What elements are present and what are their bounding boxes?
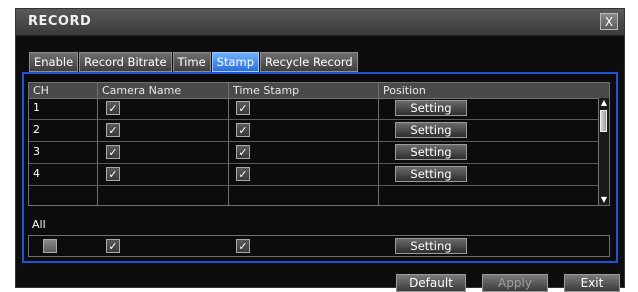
scroll-down-icon[interactable]: ▼ (599, 195, 609, 205)
window-title: RECORD (28, 14, 92, 29)
checkmark-icon: ✓ (238, 123, 248, 137)
header-ch: CH (33, 84, 49, 97)
all-row: ✓ ✓ ✓ Setting (28, 235, 610, 257)
stamp-table: CH Camera Name Time Stamp Position 1 ✓ ✓… (28, 82, 610, 206)
time-stamp-checkbox[interactable]: ✓ (236, 123, 250, 137)
table-row: 4 ✓ ✓ Setting (29, 164, 601, 186)
stamp-panel: CH Camera Name Time Stamp Position 1 ✓ ✓… (22, 72, 618, 263)
checkmark-icon: ✓ (238, 145, 248, 159)
table-row: 2 ✓ ✓ Setting (29, 120, 601, 142)
apply-button[interactable]: Apply (482, 274, 548, 292)
tab-enable[interactable]: Enable (29, 52, 79, 72)
select-all-checkbox[interactable]: ✓ (43, 239, 57, 253)
time-stamp-checkbox[interactable]: ✓ (236, 145, 250, 159)
camera-name-checkbox[interactable]: ✓ (106, 123, 120, 137)
header-camera-name: Camera Name (102, 84, 182, 97)
all-label: All (32, 218, 46, 231)
table-header: CH Camera Name Time Stamp Position (29, 83, 609, 99)
time-stamp-checkbox[interactable]: ✓ (236, 101, 250, 115)
checkmark-icon: ✓ (45, 241, 54, 252)
camera-name-checkbox[interactable]: ✓ (106, 145, 120, 159)
scroll-up-icon[interactable]: ▲ (599, 98, 609, 108)
default-button[interactable]: Default (396, 274, 466, 292)
tab-record-bitrate[interactable]: Record Bitrate (79, 52, 172, 72)
checkmark-icon: ✓ (108, 239, 118, 253)
checkmark-icon: ✓ (238, 101, 248, 115)
header-time-stamp: Time Stamp (233, 84, 300, 97)
channel-number: 1 (33, 101, 40, 114)
tab-bar: Enable Record Bitrate Time Stamp Recycle… (29, 52, 359, 72)
camera-name-checkbox[interactable]: ✓ (106, 101, 120, 115)
checkmark-icon: ✓ (238, 167, 248, 181)
channel-number: 4 (33, 167, 40, 180)
tab-recycle-record[interactable]: Recycle Record (260, 52, 358, 72)
close-icon: X (604, 14, 614, 29)
checkmark-icon: ✓ (108, 145, 118, 159)
table-row: 3 ✓ ✓ Setting (29, 142, 601, 164)
close-button[interactable]: X (600, 13, 618, 30)
channel-number: 2 (33, 123, 40, 136)
camera-name-checkbox[interactable]: ✓ (106, 167, 120, 181)
time-stamp-checkbox[interactable]: ✓ (236, 167, 250, 181)
tab-stamp[interactable]: Stamp (211, 52, 260, 72)
table-scrollbar[interactable]: ▲ ▼ (598, 98, 609, 205)
channel-number: 3 (33, 145, 40, 158)
tab-time[interactable]: Time (172, 52, 211, 72)
position-setting-button[interactable]: Setting (395, 144, 467, 160)
checkmark-icon: ✓ (108, 167, 118, 181)
all-position-setting-button[interactable]: Setting (395, 238, 467, 254)
checkmark-icon: ✓ (108, 123, 118, 137)
all-time-stamp-checkbox[interactable]: ✓ (236, 239, 250, 253)
header-position: Position (383, 84, 426, 97)
position-setting-button[interactable]: Setting (395, 122, 467, 138)
table-row: 1 ✓ ✓ Setting (29, 98, 601, 120)
exit-button[interactable]: Exit (564, 274, 620, 292)
checkmark-icon: ✓ (238, 239, 248, 253)
title-bar: RECORD X (16, 9, 624, 36)
checkmark-icon: ✓ (108, 101, 118, 115)
all-camera-name-checkbox[interactable]: ✓ (106, 239, 120, 253)
scroll-thumb[interactable] (600, 110, 607, 132)
position-setting-button[interactable]: Setting (395, 166, 467, 182)
position-setting-button[interactable]: Setting (395, 100, 467, 116)
record-window: RECORD X Enable Record Bitrate Time Stam… (15, 8, 625, 292)
